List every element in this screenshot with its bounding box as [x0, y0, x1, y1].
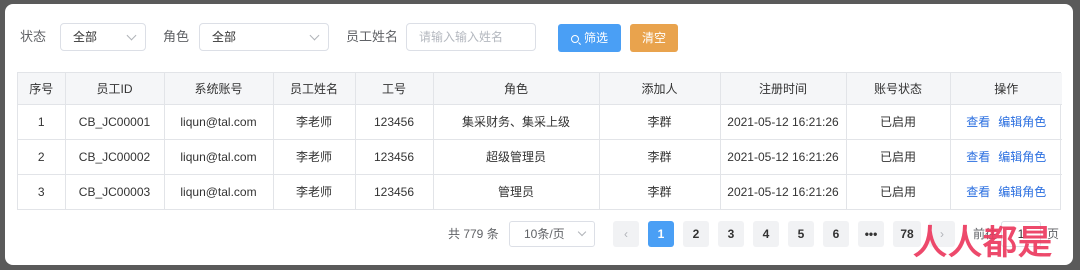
cell-account: liqun@tal.com: [164, 104, 274, 140]
filter-button[interactable]: 筛选: [558, 24, 621, 52]
cell-added-by: 李群: [599, 139, 721, 175]
cell-employee-id: CB_JC00001: [65, 104, 165, 140]
column-header-employee-id: 员工ID: [65, 73, 165, 105]
view-link[interactable]: 查看: [966, 115, 990, 129]
cell-name: 李老师: [273, 139, 356, 175]
chevron-left-icon: ‹: [624, 227, 628, 241]
status-select[interactable]: 全部: [60, 23, 146, 51]
column-header-job-no: 工号: [355, 73, 434, 105]
view-link[interactable]: 查看: [966, 150, 990, 164]
employee-table: 序号 员工ID 系统账号 员工姓名 工号 角色 添加人 注册时间 账号状态 操作…: [17, 72, 1062, 210]
cell-status: 已启用: [846, 104, 951, 140]
page-button-2[interactable]: 2: [683, 221, 709, 247]
filter-bar: 状态 全部 角色 全部 员工姓名 筛选 清空: [20, 23, 720, 53]
cell-name: 李老师: [273, 104, 356, 140]
watermark-logo: 人人都是产品经理: [913, 224, 1053, 262]
column-header-index: 序号: [18, 73, 66, 105]
chevron-down-icon: [577, 227, 587, 237]
page-size-value: 10条/页: [524, 227, 565, 241]
cell-account: liqun@tal.com: [164, 139, 274, 175]
page-size-select[interactable]: 10条/页: [509, 221, 595, 247]
page-button-5[interactable]: 5: [788, 221, 814, 247]
table-row: 1 CB_JC00001 liqun@tal.com 李老师 123456 集采…: [18, 104, 1062, 140]
cell-registered: 2021-05-12 16:21:26: [720, 139, 847, 175]
chevron-down-icon: [309, 30, 320, 41]
employee-name-input[interactable]: [406, 23, 536, 51]
table-header-row: 序号 员工ID 系统账号 员工姓名 工号 角色 添加人 注册时间 账号状态 操作: [18, 73, 1062, 105]
cell-actions: 查看 编辑角色: [950, 139, 1062, 175]
cell-job-no: 123456: [355, 139, 434, 175]
page-button-6[interactable]: 6: [823, 221, 849, 247]
status-filter-label: 状态: [20, 29, 47, 44]
cell-index: 2: [18, 139, 66, 175]
role-select-value: 全部: [212, 30, 237, 44]
cell-account: liqun@tal.com: [164, 174, 274, 209]
cell-employee-id: CB_JC00003: [65, 174, 165, 209]
cell-registered: 2021-05-12 16:21:26: [720, 104, 847, 140]
cell-added-by: 李群: [599, 174, 721, 209]
search-icon: [570, 35, 579, 43]
role-filter-label: 角色: [163, 29, 190, 44]
role-select[interactable]: 全部: [199, 23, 329, 51]
page-button-1[interactable]: 1: [648, 221, 674, 247]
column-header-name: 员工姓名: [273, 73, 356, 105]
page-button-3[interactable]: 3: [718, 221, 744, 247]
cell-role: 超级管理员: [433, 139, 600, 175]
table-row: 2 CB_JC00002 liqun@tal.com 李老师 123456 超级…: [18, 139, 1062, 175]
more-pages-icon[interactable]: •••: [858, 221, 884, 247]
cell-index: 1: [18, 104, 66, 140]
cell-actions: 查看 编辑角色: [950, 104, 1062, 140]
cell-actions: 查看 编辑角色: [950, 174, 1062, 209]
cell-name: 李老师: [273, 174, 356, 209]
clear-button[interactable]: 清空: [630, 24, 678, 52]
table-row: 3 CB_JC00003 liqun@tal.com 李老师 123456 管理…: [18, 174, 1062, 209]
column-header-actions: 操作: [950, 73, 1062, 105]
column-header-role: 角色: [433, 73, 600, 105]
cell-job-no: 123456: [355, 174, 434, 209]
edit-role-link[interactable]: 编辑角色: [998, 115, 1046, 129]
status-select-value: 全部: [73, 30, 98, 44]
cell-status: 已启用: [846, 139, 951, 175]
chevron-down-icon: [126, 30, 137, 41]
cell-role: 集采财务、集采上级: [433, 104, 600, 140]
cell-index: 3: [18, 174, 66, 209]
cell-job-no: 123456: [355, 104, 434, 140]
column-header-status: 账号状态: [846, 73, 951, 105]
column-header-added-by: 添加人: [599, 73, 721, 105]
cell-role: 管理员: [433, 174, 600, 209]
edit-role-link[interactable]: 编辑角色: [998, 150, 1046, 164]
column-header-account: 系统账号: [164, 73, 274, 105]
filter-button-label: 筛选: [583, 31, 608, 45]
column-header-registered: 注册时间: [720, 73, 847, 105]
prev-page-button[interactable]: ‹: [613, 221, 639, 247]
clear-button-label: 清空: [641, 31, 666, 45]
employee-name-label: 员工姓名: [346, 29, 399, 44]
cell-status: 已启用: [846, 174, 951, 209]
total-count: 共 779 条: [448, 227, 499, 241]
cell-employee-id: CB_JC00002: [65, 139, 165, 175]
view-link[interactable]: 查看: [966, 185, 990, 199]
edit-role-link[interactable]: 编辑角色: [998, 185, 1046, 199]
page-button-4[interactable]: 4: [753, 221, 779, 247]
cell-registered: 2021-05-12 16:21:26: [720, 174, 847, 209]
cell-added-by: 李群: [599, 104, 721, 140]
